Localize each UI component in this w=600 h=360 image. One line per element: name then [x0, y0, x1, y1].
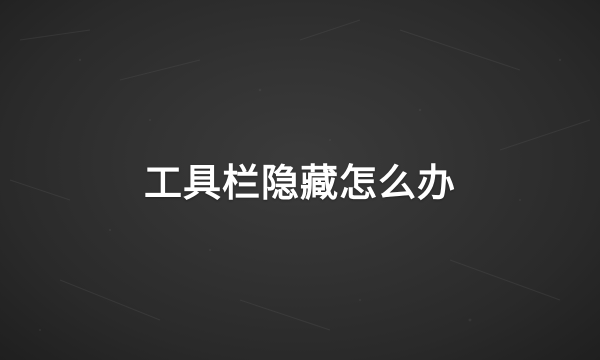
chalkboard-background: 工具栏隐藏怎么办: [0, 0, 600, 360]
page-title: 工具栏隐藏怎么办: [143, 161, 456, 205]
